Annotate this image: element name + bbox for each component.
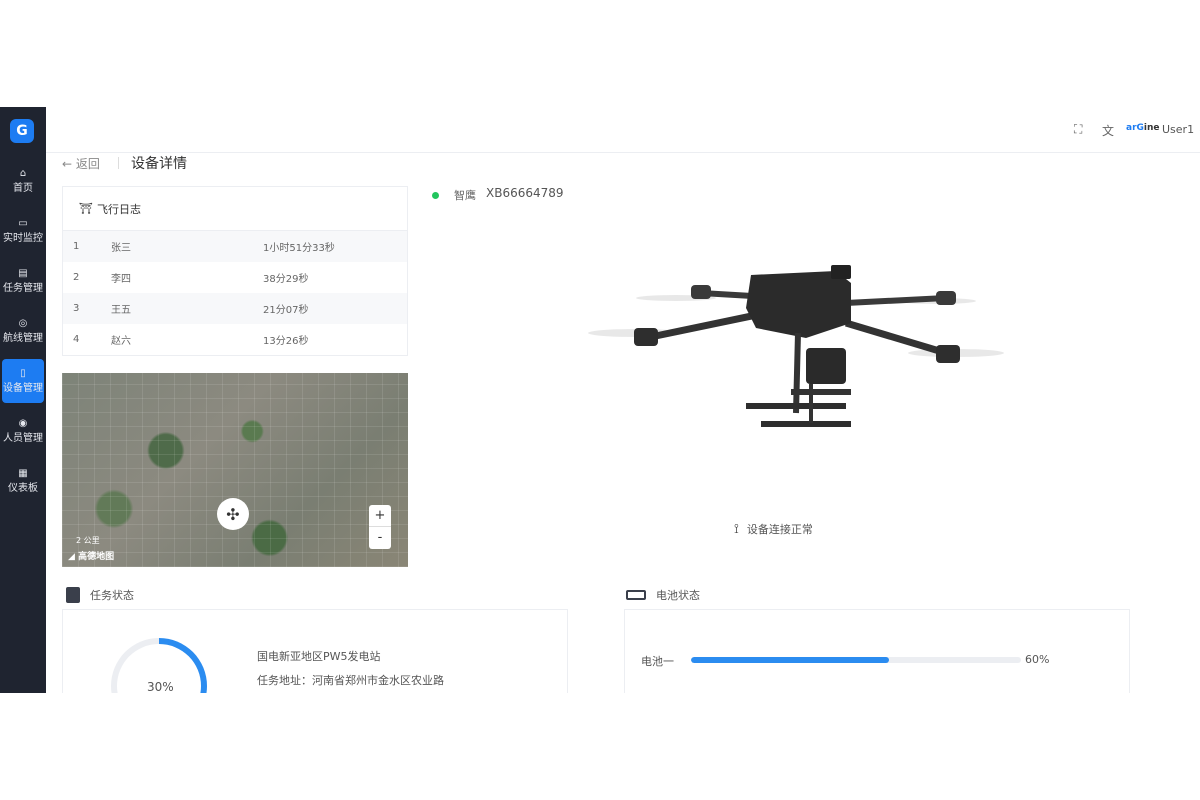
satellite-map[interactable]: ✣ + - 2 公里 ◢ 高德地图 [62, 373, 408, 567]
top-bar: ⛶ 文 arGine User1 ⌄ [46, 107, 1200, 153]
table-row[interactable]: 3 王五 21分07秒 [63, 293, 407, 324]
map-provider-logo: ◢ 高德地图 [68, 549, 114, 562]
table-row[interactable]: 1 张三 1小时51分33秒 [63, 231, 407, 262]
flight-duration: 13分26秒 [263, 336, 309, 347]
sidebar-item-label: 任务管理 [3, 282, 43, 294]
battery-level-bar [691, 657, 1021, 663]
map-logo-icon: ◢ [68, 552, 75, 562]
connection-icon: ⟟ [734, 521, 739, 537]
map-provider-name: 高德地图 [78, 552, 115, 562]
task-icon: ▤ [18, 267, 28, 279]
sidebar-item-label: 首页 [13, 182, 33, 194]
sidebar-item-routes[interactable]: ◎ 航线管理 [0, 309, 46, 353]
online-status-dot [432, 192, 439, 199]
pilot-name: 李四 [111, 274, 131, 285]
battery-status-card: 电池一 60% [624, 609, 1130, 693]
zoom-out-button[interactable]: - [369, 527, 391, 549]
task-progress-label: 30% [147, 680, 174, 693]
sidebar-item-label: 设备管理 [3, 382, 43, 394]
row-number: 3 [73, 303, 80, 314]
flight-log-header: ⛩ 飞行日志 [63, 187, 407, 231]
battery-level-value: 60% [1025, 653, 1050, 666]
dashboard-icon: ▦ [18, 467, 28, 479]
battery-icon [626, 590, 646, 600]
user-name: User1 [1162, 123, 1195, 136]
brand-text-suffix: ine [1143, 123, 1160, 133]
flight-log-table: 1 张三 1小时51分33秒 2 李四 38分29秒 3 王五 21分07秒 4… [63, 231, 407, 355]
table-row[interactable]: 4 赵六 13分26秒 [63, 324, 407, 355]
pilot-name: 赵六 [111, 336, 131, 347]
sidebar-item-tasks[interactable]: ▤ 任务管理 [0, 259, 46, 303]
pilot-name: 张三 [111, 243, 131, 254]
row-number: 1 [73, 241, 80, 252]
back-label: 返回 [75, 157, 100, 171]
back-button[interactable]: ← 返回 [62, 155, 100, 172]
connection-text: 设备连接正常 [746, 523, 813, 536]
brand-logo: arGine [1126, 123, 1160, 133]
device-id: XB66664789 [486, 186, 564, 200]
device-icon: ▯ [20, 367, 26, 379]
fullscreen-icon[interactable]: ⛶ [1074, 122, 1082, 137]
sidebar-item-label: 实时监控 [3, 232, 43, 244]
page-title: 设备详情 [131, 156, 187, 172]
battery-status-heading: 电池状态 [626, 587, 700, 603]
table-row[interactable]: 2 李四 38分29秒 [63, 262, 407, 293]
flight-duration: 38分29秒 [263, 274, 309, 285]
arrow-left-icon: ← [62, 157, 73, 171]
sidebar: G ⌂ 首页 ▭ 实时监控 ▤ 任务管理 ◎ 航线管理 ▯ 设备管理 ◉ 人员管… [0, 107, 46, 693]
battery-status-title: 电池状态 [656, 589, 700, 602]
map-zoom-control: + - [369, 505, 391, 549]
divider [118, 157, 119, 169]
flight-log-card: ⛩ 飞行日志 1 张三 1小时51分33秒 2 李四 38分29秒 3 王五 2… [62, 186, 408, 356]
sidebar-item-home[interactable]: ⌂ 首页 [0, 159, 46, 203]
task-status-title: 任务状态 [90, 589, 134, 602]
route-icon: ◎ [18, 317, 28, 329]
monitor-icon: ▭ [18, 217, 28, 229]
drone-marker-icon[interactable]: ✣ [217, 498, 249, 530]
battery-level-fill [691, 657, 889, 663]
sidebar-item-label: 人员管理 [3, 432, 43, 444]
pilot-name: 王五 [111, 305, 131, 316]
translate-icon[interactable]: 文 [1102, 122, 1114, 139]
sidebar-item-users[interactable]: ◉ 人员管理 [0, 409, 46, 453]
zoom-in-button[interactable]: + [369, 505, 391, 527]
task-address: 任务地址：河南省郑州市金水区农业路 [257, 674, 444, 687]
clipboard-icon [66, 587, 80, 603]
device-name: 智鹰 [454, 189, 476, 202]
flight-log-title: 飞行日志 [96, 202, 141, 216]
user-group-icon: ◉ [18, 417, 28, 429]
drone-image [588, 265, 1004, 427]
sidebar-item-monitor[interactable]: ▭ 实时监控 [0, 209, 46, 253]
home-icon: ⌂ [19, 167, 27, 179]
sidebar-item-label: 航线管理 [3, 332, 43, 344]
connection-status: ⟟ 设备连接正常 [734, 521, 813, 537]
map-scale: 2 公里 [76, 536, 100, 545]
sidebar-item-dashboard[interactable]: ▦ 仪表板 [0, 459, 46, 503]
flight-duration: 21分07秒 [263, 305, 309, 316]
brand-text: arG [1126, 123, 1144, 133]
flight-duration: 1小时51分33秒 [263, 243, 335, 254]
user-menu[interactable]: User1 ⌄ [1162, 123, 1200, 136]
row-number: 2 [73, 272, 80, 283]
task-status-card: 30% 国电新亚地区PW5发电站 任务地址：河南省郑州市金水区农业路 [62, 609, 568, 693]
app-logo[interactable]: G [10, 119, 34, 143]
battery-label: 电池一 [641, 655, 674, 668]
row-number: 4 [73, 334, 80, 345]
task-status-heading: 任务状态 [66, 587, 134, 603]
app-frame: G ⌂ 首页 ▭ 实时监控 ▤ 任务管理 ◎ 航线管理 ▯ 设备管理 ◉ 人员管… [0, 107, 1200, 693]
main-content: ← 返回 设备详情 ⛩ 飞行日志 1 张三 1小时51分33秒 2 李四 38分… [46, 153, 1200, 693]
task-name: 国电新亚地区PW5发电站 [257, 650, 381, 663]
sidebar-item-label: 仪表板 [8, 482, 38, 494]
sidebar-item-devices[interactable]: ▯ 设备管理 [2, 359, 44, 403]
log-icon: ⛩ [79, 202, 93, 215]
